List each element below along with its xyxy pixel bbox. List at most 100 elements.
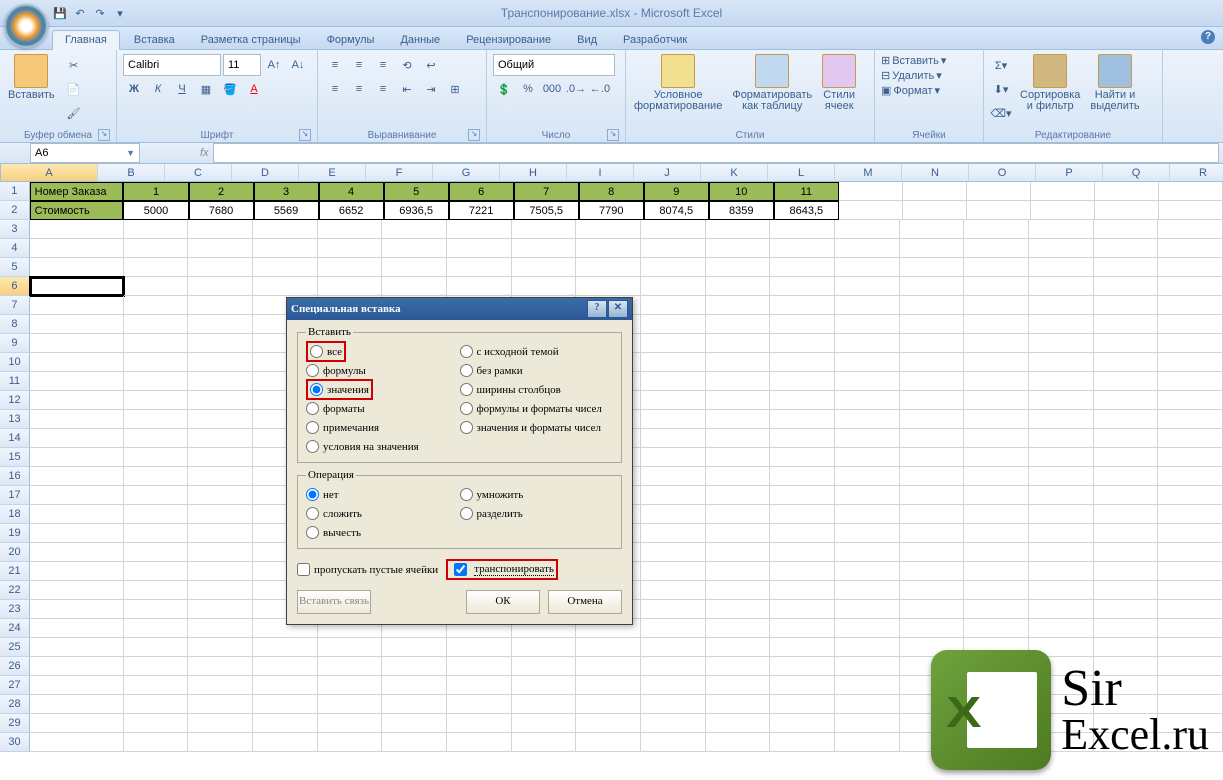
cell[interactable] bbox=[30, 581, 124, 600]
cell[interactable] bbox=[188, 505, 253, 524]
cell[interactable] bbox=[964, 581, 1029, 600]
col-header-N[interactable]: N bbox=[902, 164, 969, 182]
cell[interactable] bbox=[576, 239, 641, 258]
cell[interactable] bbox=[641, 562, 706, 581]
cell[interactable]: 7505,5 bbox=[514, 201, 579, 220]
cell[interactable] bbox=[447, 277, 512, 296]
cell[interactable] bbox=[900, 486, 965, 505]
cell[interactable] bbox=[770, 638, 835, 657]
cell[interactable] bbox=[124, 277, 189, 296]
cell[interactable] bbox=[1158, 372, 1223, 391]
cell[interactable] bbox=[706, 296, 771, 315]
cell[interactable]: 8074,5 bbox=[644, 201, 709, 220]
cell[interactable] bbox=[964, 524, 1029, 543]
border-icon[interactable]: ▦ bbox=[195, 78, 217, 100]
help-icon[interactable]: ? bbox=[1201, 30, 1215, 44]
radio-div[interactable] bbox=[460, 507, 473, 520]
cell[interactable] bbox=[382, 714, 447, 733]
col-header-O[interactable]: O bbox=[969, 164, 1036, 182]
font-color-icon[interactable]: A bbox=[243, 78, 265, 100]
tab-insert[interactable]: Вставка bbox=[122, 31, 187, 49]
cell[interactable] bbox=[900, 296, 965, 315]
cell[interactable] bbox=[1094, 353, 1159, 372]
cell[interactable] bbox=[1158, 619, 1223, 638]
cell[interactable] bbox=[770, 505, 835, 524]
cell[interactable] bbox=[770, 429, 835, 448]
cell[interactable] bbox=[1029, 505, 1094, 524]
cell[interactable] bbox=[964, 239, 1029, 258]
cell[interactable] bbox=[576, 258, 641, 277]
align-center-icon[interactable]: ≡ bbox=[348, 78, 370, 100]
cell[interactable]: 7680 bbox=[189, 201, 254, 220]
skip-blanks-check[interactable]: пропускать пустые ячейки bbox=[297, 560, 438, 579]
cell[interactable] bbox=[835, 467, 900, 486]
cell[interactable] bbox=[770, 581, 835, 600]
col-header-G[interactable]: G bbox=[433, 164, 500, 182]
cell[interactable] bbox=[253, 258, 318, 277]
cell[interactable] bbox=[124, 391, 189, 410]
cell[interactable] bbox=[641, 619, 706, 638]
cell[interactable] bbox=[770, 315, 835, 334]
cell[interactable] bbox=[1094, 524, 1159, 543]
cell[interactable] bbox=[1158, 600, 1223, 619]
cell[interactable] bbox=[706, 239, 771, 258]
cell[interactable] bbox=[124, 695, 189, 714]
cell[interactable] bbox=[124, 353, 189, 372]
cell[interactable] bbox=[641, 448, 706, 467]
cell[interactable] bbox=[318, 258, 383, 277]
cell[interactable] bbox=[30, 448, 124, 467]
cell[interactable] bbox=[1158, 258, 1223, 277]
cell[interactable] bbox=[1158, 562, 1223, 581]
cell[interactable] bbox=[641, 581, 706, 600]
cell[interactable] bbox=[835, 695, 900, 714]
cell[interactable] bbox=[30, 429, 124, 448]
cell[interactable] bbox=[188, 543, 253, 562]
align-top-icon[interactable]: ≡ bbox=[324, 54, 346, 76]
cell[interactable] bbox=[1158, 505, 1223, 524]
col-header-M[interactable]: M bbox=[835, 164, 902, 182]
cell[interactable] bbox=[900, 391, 965, 410]
cell[interactable] bbox=[706, 486, 771, 505]
cell[interactable] bbox=[253, 239, 318, 258]
cell[interactable] bbox=[1029, 562, 1094, 581]
indent-inc-icon[interactable]: ⇥ bbox=[420, 78, 442, 100]
col-header-P[interactable]: P bbox=[1036, 164, 1103, 182]
cell[interactable] bbox=[1029, 619, 1094, 638]
cell[interactable] bbox=[1094, 258, 1159, 277]
row-header[interactable]: 20 bbox=[0, 543, 30, 562]
cell[interactable] bbox=[1094, 505, 1159, 524]
cell[interactable] bbox=[706, 467, 771, 486]
row-header[interactable]: 28 bbox=[0, 695, 30, 714]
cell[interactable] bbox=[770, 467, 835, 486]
cell[interactable] bbox=[1158, 543, 1223, 562]
cell[interactable] bbox=[835, 410, 900, 429]
cell[interactable] bbox=[1158, 334, 1223, 353]
cell[interactable] bbox=[512, 714, 577, 733]
cell[interactable] bbox=[706, 505, 771, 524]
cell[interactable] bbox=[770, 239, 835, 258]
cell[interactable] bbox=[964, 429, 1029, 448]
cell[interactable] bbox=[900, 600, 965, 619]
cell[interactable] bbox=[30, 657, 124, 676]
cell[interactable] bbox=[900, 562, 965, 581]
cell[interactable] bbox=[641, 638, 706, 657]
cell[interactable] bbox=[1158, 391, 1223, 410]
align-bottom-icon[interactable]: ≡ bbox=[372, 54, 394, 76]
cell[interactable] bbox=[641, 315, 706, 334]
cell[interactable] bbox=[447, 239, 512, 258]
fill-icon[interactable]: ⬇▾ bbox=[990, 78, 1012, 100]
cell[interactable] bbox=[1159, 201, 1223, 220]
cell[interactable] bbox=[124, 334, 189, 353]
cell[interactable] bbox=[964, 334, 1029, 353]
cell[interactable] bbox=[964, 220, 1029, 239]
cell[interactable] bbox=[770, 391, 835, 410]
col-header-R[interactable]: R bbox=[1170, 164, 1223, 182]
dialog-titlebar[interactable]: Специальная вставка ? ✕ bbox=[287, 298, 632, 320]
cell[interactable] bbox=[770, 733, 835, 752]
cell[interactable] bbox=[30, 391, 124, 410]
ok-button[interactable]: ОК bbox=[466, 590, 540, 614]
cell[interactable] bbox=[124, 600, 189, 619]
cell[interactable] bbox=[188, 372, 253, 391]
percent-icon[interactable]: % bbox=[517, 78, 539, 100]
cell[interactable] bbox=[124, 258, 189, 277]
